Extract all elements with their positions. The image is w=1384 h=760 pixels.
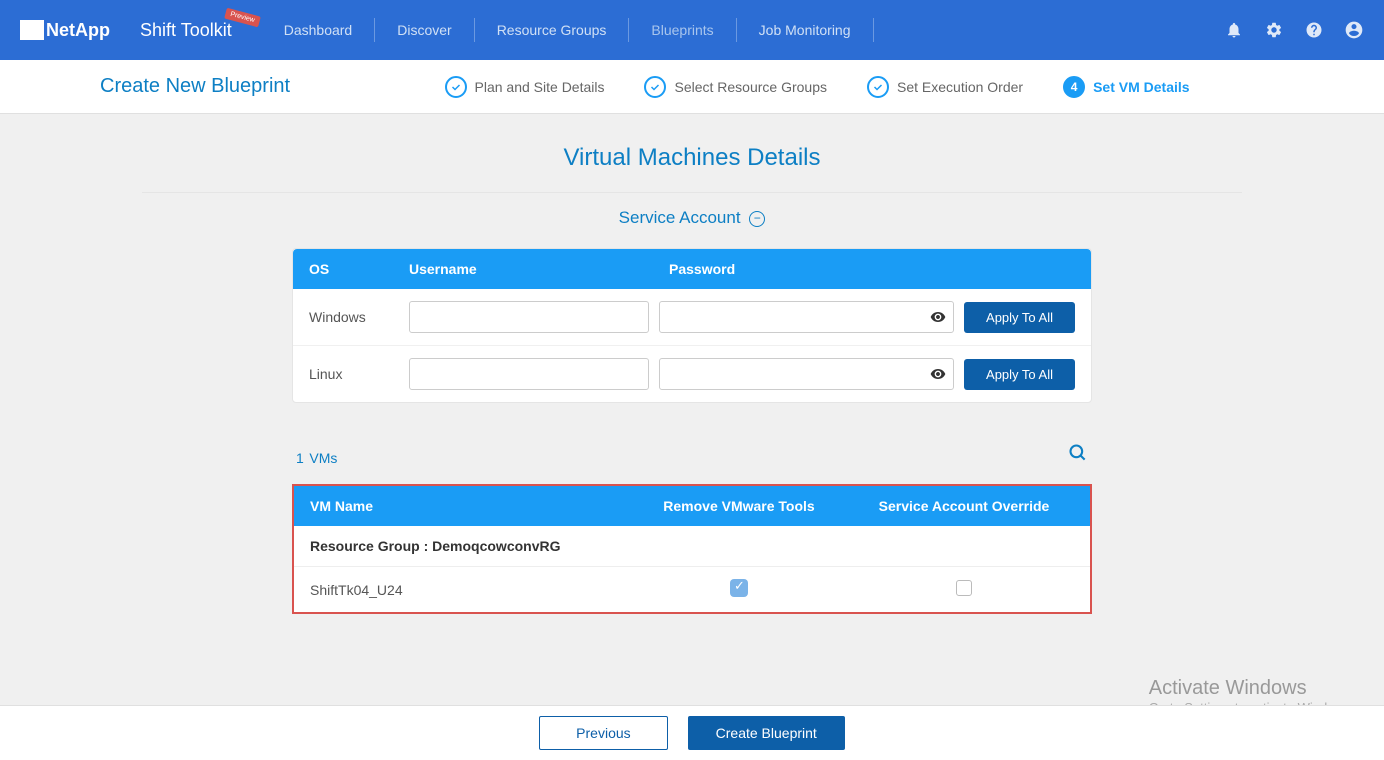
linux-password-input[interactable] (659, 358, 954, 390)
vms-count: 1 VMs (296, 446, 337, 469)
collapse-icon[interactable]: − (749, 211, 765, 227)
footer-bar: Previous Create Blueprint (0, 705, 1384, 760)
vm-name: ShiftTk04_U24 (310, 582, 624, 598)
eye-icon[interactable] (930, 309, 946, 325)
vms-table-header: VM Name Remove VMware Tools Service Acco… (294, 486, 1090, 526)
search-icon[interactable] (1068, 443, 1088, 468)
step-number: 4 (1063, 76, 1085, 98)
main-content: Virtual Machines Details Service Account… (0, 114, 1384, 694)
linux-username-input[interactable] (409, 358, 649, 390)
os-label: Linux (309, 366, 399, 382)
app-name: Shift Toolkit Preview (140, 20, 232, 41)
service-account-table: OS Username Password Windows Apply To Al… (292, 248, 1092, 403)
resource-group-row: Resource Group : DemoqcowconvRG (294, 526, 1090, 567)
vm-row: ShiftTk04_U24 (294, 567, 1090, 612)
remove-tools-checkbox[interactable] (730, 579, 748, 597)
override-checkbox[interactable] (956, 580, 972, 596)
create-blueprint-button[interactable]: Create Blueprint (688, 716, 845, 750)
apply-all-windows-button[interactable]: Apply To All (964, 302, 1075, 333)
page-title: Virtual Machines Details (100, 134, 1284, 172)
vms-table: VM Name Remove VMware Tools Service Acco… (292, 484, 1092, 614)
previous-button[interactable]: Previous (539, 716, 667, 750)
nav-blueprints[interactable]: Blueprints (629, 22, 735, 38)
step-execution-order[interactable]: Set Execution Order (867, 76, 1023, 98)
step-plan-site[interactable]: Plan and Site Details (445, 76, 605, 98)
nav-right (1224, 20, 1364, 40)
user-icon[interactable] (1344, 20, 1364, 40)
nav-job-monitoring[interactable]: Job Monitoring (737, 22, 873, 38)
wizard-bar: Create New Blueprint Plan and Site Detai… (0, 60, 1384, 114)
step-vm-details[interactable]: 4 Set VM Details (1063, 76, 1189, 98)
apply-all-linux-button[interactable]: Apply To All (964, 359, 1075, 390)
divider (142, 192, 1242, 193)
eye-icon[interactable] (930, 366, 946, 382)
header-os: OS (309, 261, 409, 277)
step-resource-groups[interactable]: Select Resource Groups (644, 76, 827, 98)
windows-username-input[interactable] (409, 301, 649, 333)
check-icon (445, 76, 467, 98)
nav-dashboard[interactable]: Dashboard (262, 22, 375, 38)
os-label: Windows (309, 309, 399, 325)
vms-header: 1 VMs (292, 443, 1092, 469)
header-remove-tools: Remove VMware Tools (624, 498, 854, 514)
service-account-title: Service Account − (100, 208, 1284, 228)
nav-resource-groups[interactable]: Resource Groups (475, 22, 629, 38)
windows-password-input[interactable] (659, 301, 954, 333)
bell-icon[interactable] (1224, 20, 1244, 40)
wizard-title: Create New Blueprint (100, 75, 290, 98)
nav-items: Dashboard Discover Resource Groups Bluep… (262, 18, 874, 42)
header-override: Service Account Override (854, 498, 1074, 514)
service-row-windows: Windows Apply To All (293, 289, 1091, 346)
brand-logo: NetApp (20, 20, 110, 41)
service-row-linux: Linux Apply To All (293, 346, 1091, 402)
netapp-logo-icon (20, 20, 40, 40)
header-vm-name: VM Name (310, 498, 624, 514)
check-icon (644, 76, 666, 98)
top-navigation: NetApp Shift Toolkit Preview Dashboard D… (0, 0, 1384, 60)
content-card: Virtual Machines Details Service Account… (100, 134, 1284, 614)
nav-discover[interactable]: Discover (375, 22, 473, 38)
vms-section: 1 VMs VM Name Remove VMware Tools Servic… (292, 443, 1092, 614)
header-username: Username (409, 261, 669, 277)
check-icon (867, 76, 889, 98)
gear-icon[interactable] (1264, 20, 1284, 40)
override-cell (854, 580, 1074, 599)
remove-tools-cell (624, 579, 854, 600)
header-password: Password (669, 261, 1075, 277)
service-table-header: OS Username Password (293, 249, 1091, 289)
brand-name: NetApp (46, 20, 110, 41)
help-icon[interactable] (1304, 20, 1324, 40)
wizard-steps: Plan and Site Details Select Resource Gr… (350, 76, 1284, 98)
